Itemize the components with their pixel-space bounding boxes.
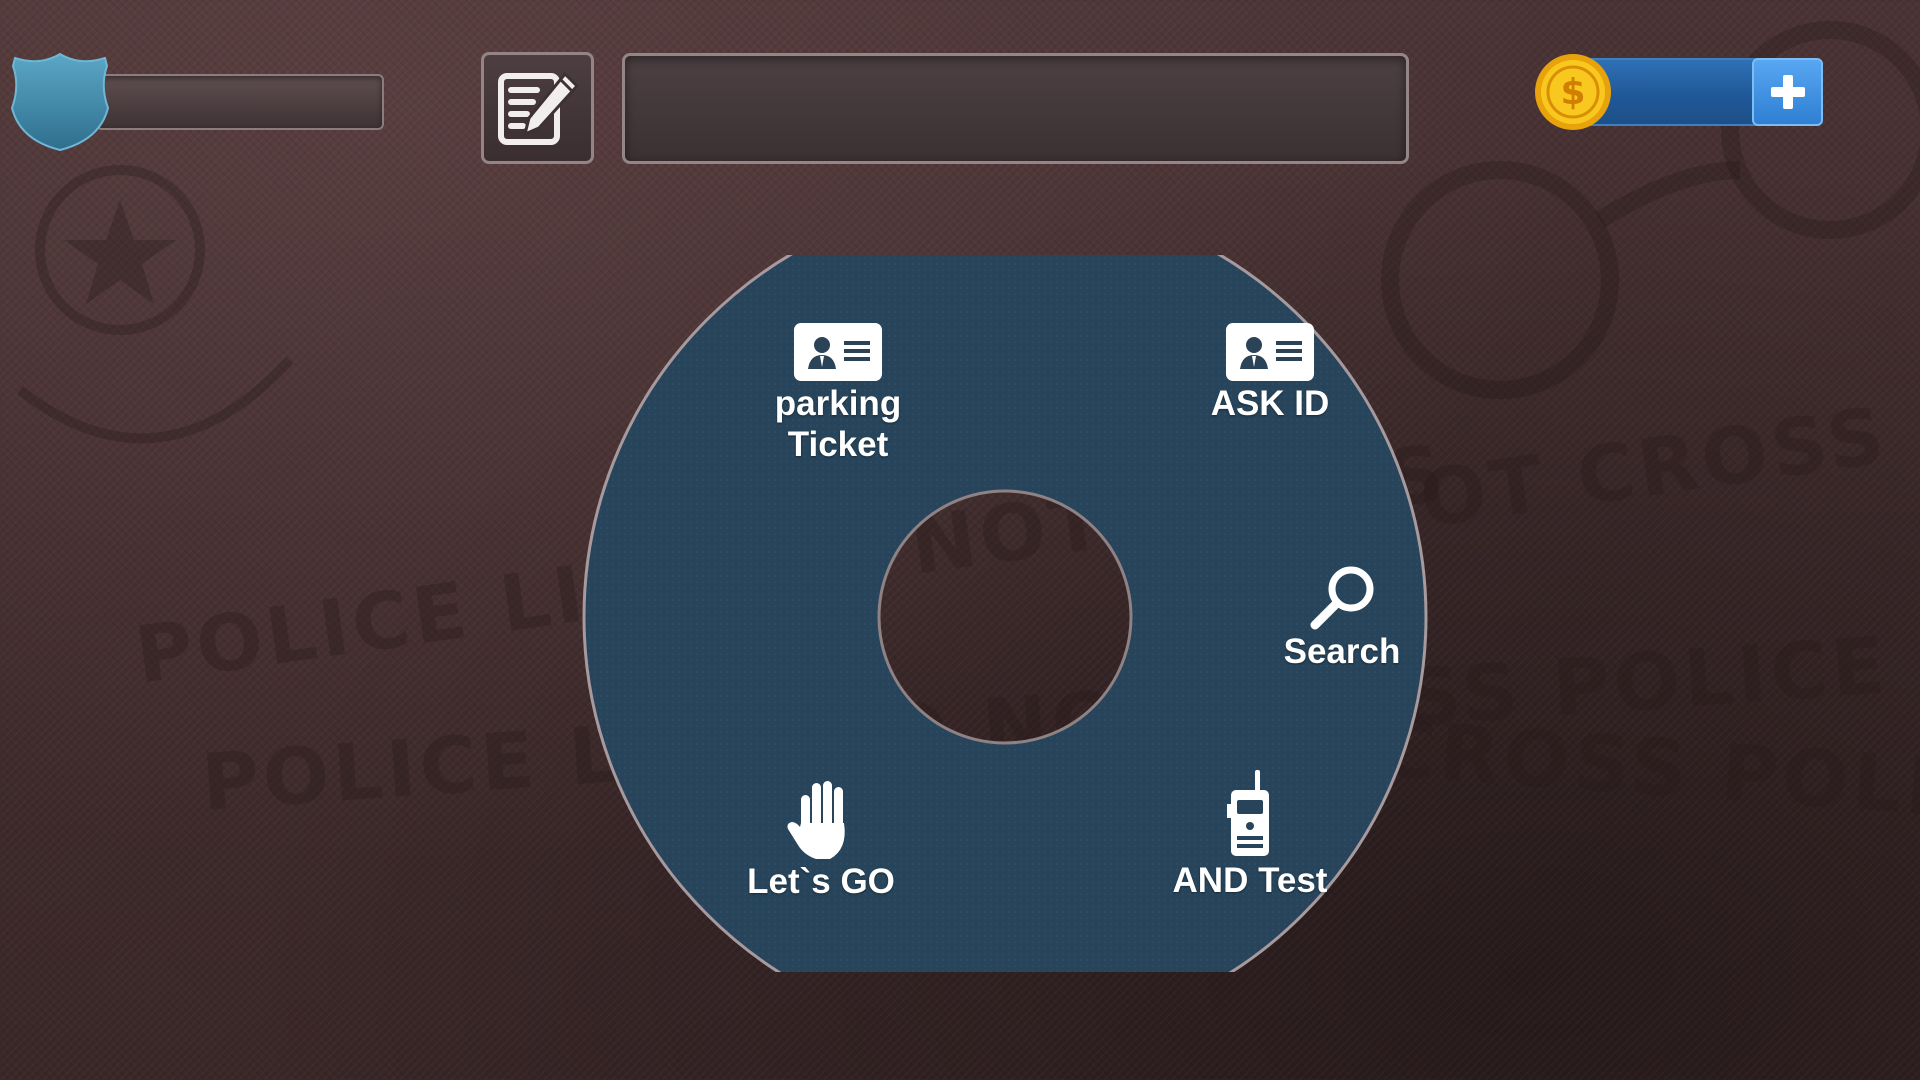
id-card-icon [1226,323,1314,381]
rank-bar [96,74,384,130]
dollar-coin-icon: $ [1535,54,1611,130]
id-card-icon [794,323,882,381]
rank-panel [10,52,384,152]
lets-go-button[interactable]: Let`s GO [701,777,941,902]
search-button[interactable]: Search [1242,565,1442,672]
and-test-label: AND Test [1172,861,1328,900]
add-coins-button[interactable] [1752,58,1823,126]
currency-panel: $ [1533,52,1823,132]
search-label: Search [1283,632,1401,671]
parking-ticket-label: parking Ticket [774,384,902,464]
notepad-pencil-icon [497,71,579,145]
lets-go-label: Let`s GO [747,862,895,901]
police-badge-icon [10,52,110,152]
ask-id-label: ASK ID [1210,384,1330,423]
walkie-talkie-icon [1227,770,1269,856]
parking-ticket-button[interactable]: parking Ticket [718,323,958,465]
ask-id-button[interactable]: ASK ID [1150,323,1390,424]
svg-text:$: $ [1560,72,1585,113]
message-bar [622,53,1409,164]
radial-action-menu: parking Ticket ASK ID Search Let`s GO AN… [580,255,1430,972]
plus-icon [1770,75,1805,109]
notes-button[interactable] [481,52,594,164]
hand-stop-icon [787,781,845,859]
magnifier-icon [1310,566,1374,630]
police-badge-watermark [16,165,294,444]
and-test-button[interactable]: AND Test [1125,770,1375,901]
